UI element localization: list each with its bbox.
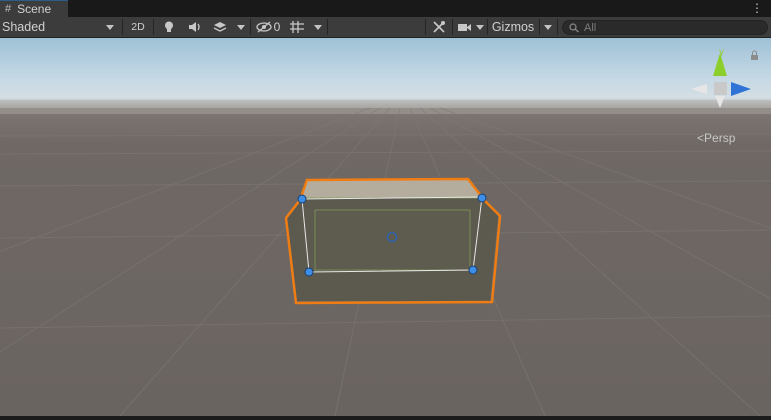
toggle-2d-button[interactable]: 2D [126,17,150,37]
rect-handle[interactable] [297,194,307,204]
eye-slash-icon [256,21,272,33]
speaker-icon [189,22,200,32]
toolbar-divider [487,19,488,35]
viewport-bottom-edge [0,416,771,420]
toolbar-divider [539,19,540,35]
toolbar-divider [250,19,251,35]
gizmos-button[interactable]: Gizmos [489,17,537,37]
chevron-left-icon: < [697,131,705,145]
axis-y-label: y [719,47,724,58]
toggle-2d-label: 2D [131,21,145,33]
toolbar-divider [425,19,426,35]
camera-dropdown[interactable] [474,17,486,37]
rect-handle[interactable] [468,265,478,275]
tools-button[interactable] [430,17,448,37]
search-icon [569,22,579,32]
toolbar-divider [327,19,328,35]
scene-canvas: y [0,38,771,416]
toolbar-divider [557,19,558,35]
tab-scene[interactable]: # Scene [0,0,68,17]
scene-viewport[interactable]: y [0,38,771,416]
tools-icon [433,21,445,33]
toolbar-divider [153,19,154,35]
chevron-down-icon [314,24,322,30]
toolbar-divider [122,19,123,35]
chevron-down-icon [476,24,484,30]
layers-icon [213,22,227,32]
more-options-icon[interactable]: ⋮ [751,1,763,15]
toolbar-divider [452,19,453,35]
effects-dropdown[interactable] [235,17,247,37]
hidden-objects-toggle[interactable]: 0 [254,17,282,37]
gizmos-label: Gizmos [491,20,535,34]
draw-mode-label: Shaded [2,20,46,34]
projection-toggle[interactable]: <Persp [697,131,735,145]
gizmos-dropdown[interactable] [541,17,555,37]
rect-handle[interactable] [304,267,314,277]
tab-bar: # Scene ⋮ [0,0,771,17]
audio-toggle-button[interactable] [185,17,205,37]
scene-search-field[interactable]: All [562,20,768,35]
rect-handle[interactable] [477,193,487,203]
grid-snap-button[interactable] [286,17,308,37]
light-bulb-icon [165,21,173,32]
search-placeholder: All [584,21,597,34]
horizon-haze [0,100,771,114]
chevron-down-icon [106,25,114,30]
camera-icon [457,23,471,31]
scene-toolbar: Shaded 2D 0 Gizmos All [0,17,771,38]
grid-dropdown[interactable] [311,17,325,37]
selected-cube[interactable] [284,177,502,305]
chevron-down-icon [544,24,552,30]
skybox [0,38,771,108]
draw-mode-dropdown[interactable]: Shaded [0,17,120,37]
scene-tab-icon: # [5,3,12,15]
gizmo-center-cube[interactable] [714,82,727,95]
camera-button[interactable] [455,17,473,37]
projection-label: Persp [704,131,736,145]
grid-icon [290,21,304,33]
chevron-down-icon [237,24,245,30]
hidden-objects-count: 0 [273,20,281,34]
lighting-toggle-button[interactable] [160,17,178,37]
cube-top-face [302,179,482,198]
effects-toggle-button[interactable] [210,17,230,37]
tab-scene-label: Scene [17,2,52,16]
